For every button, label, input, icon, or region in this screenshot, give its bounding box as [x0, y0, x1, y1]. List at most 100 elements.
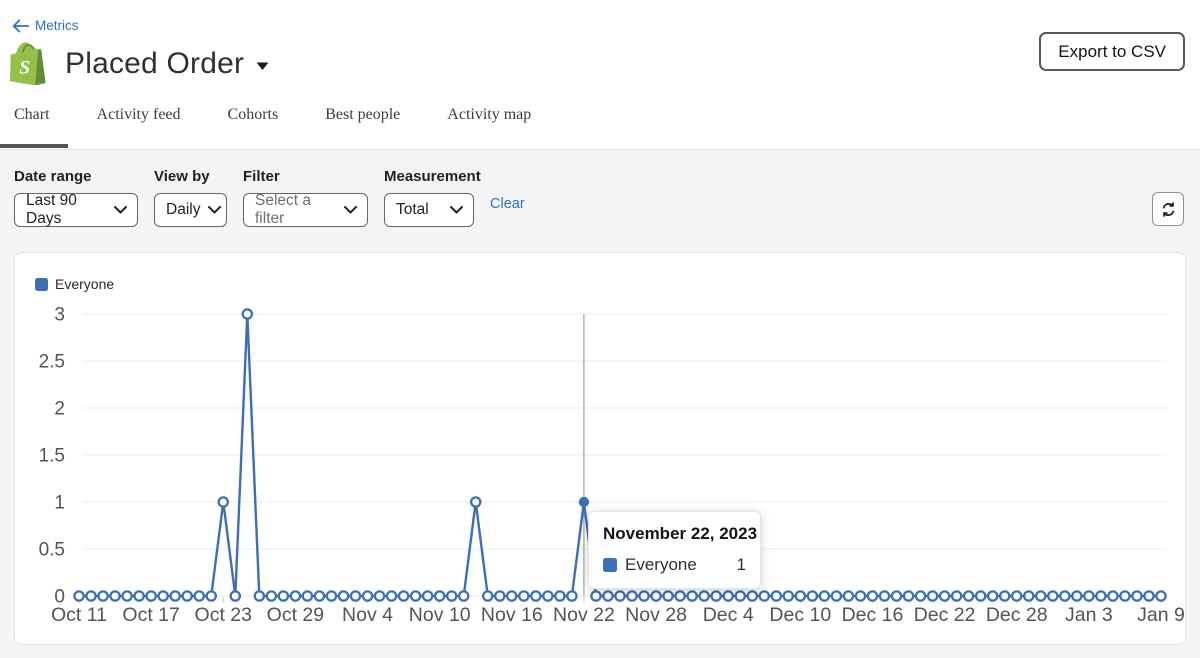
export-csv-button[interactable]: Export to CSV [1039, 32, 1185, 71]
data-point[interactable] [1084, 591, 1093, 600]
highlighted-data-point[interactable] [579, 497, 589, 507]
data-point[interactable] [796, 591, 805, 600]
data-point[interactable] [86, 591, 95, 600]
data-point[interactable] [483, 591, 492, 600]
data-point[interactable] [267, 591, 276, 600]
data-point[interactable] [411, 591, 420, 600]
data-point[interactable] [171, 591, 180, 600]
data-point[interactable] [315, 591, 324, 600]
measurement-select[interactable]: Total [384, 193, 474, 227]
tab-cohorts[interactable]: Cohorts [228, 106, 279, 124]
data-point[interactable] [1048, 591, 1057, 600]
data-point[interactable] [495, 591, 504, 600]
data-point[interactable] [1132, 591, 1141, 600]
data-point[interactable] [1036, 591, 1045, 600]
data-point[interactable] [1144, 591, 1153, 600]
data-point[interactable] [832, 591, 841, 600]
data-point[interactable] [940, 591, 949, 600]
clear-filters-link[interactable]: Clear [490, 196, 525, 212]
data-point[interactable] [808, 591, 817, 600]
tab-best-people[interactable]: Best people [325, 106, 400, 124]
data-point[interactable] [651, 591, 660, 600]
data-point[interactable] [1060, 591, 1069, 600]
data-point[interactable] [303, 591, 312, 600]
data-point[interactable] [183, 591, 192, 600]
data-point[interactable] [339, 591, 348, 600]
data-point[interactable] [663, 591, 672, 600]
data-point[interactable] [1120, 591, 1129, 600]
data-point[interactable] [255, 591, 264, 600]
data-point[interactable] [423, 591, 432, 600]
data-point[interactable] [700, 591, 709, 600]
data-point[interactable] [543, 591, 552, 600]
data-point[interactable] [135, 591, 144, 600]
data-point[interactable] [207, 591, 216, 600]
data-point[interactable] [615, 591, 624, 600]
data-point[interactable] [736, 591, 745, 600]
data-point[interactable] [880, 591, 889, 600]
data-point[interactable] [219, 497, 228, 506]
data-point[interactable] [964, 591, 973, 600]
data-point[interactable] [110, 591, 119, 600]
data-point[interactable] [916, 591, 925, 600]
data-point[interactable] [928, 591, 937, 600]
tab-activity-feed[interactable]: Activity feed [97, 106, 181, 124]
data-point[interactable] [1072, 591, 1081, 600]
data-point[interactable] [1096, 591, 1105, 600]
back-to-metrics-link[interactable]: Metrics [12, 18, 79, 33]
data-point[interactable] [399, 591, 408, 600]
data-point[interactable] [567, 591, 576, 600]
data-point[interactable] [712, 591, 721, 600]
data-point[interactable] [291, 591, 300, 600]
data-point[interactable] [639, 591, 648, 600]
data-point[interactable] [387, 591, 396, 600]
data-point[interactable] [363, 591, 372, 600]
data-point[interactable] [676, 591, 685, 600]
data-point[interactable] [988, 591, 997, 600]
date-range-select[interactable]: Last 90 Days [14, 193, 138, 227]
data-point[interactable] [976, 591, 985, 600]
data-point[interactable] [772, 591, 781, 600]
data-point[interactable] [1024, 591, 1033, 600]
data-point[interactable] [1108, 591, 1117, 600]
data-point[interactable] [327, 591, 336, 600]
data-point[interactable] [1012, 591, 1021, 600]
view-by-select[interactable]: Daily [154, 193, 227, 227]
data-point[interactable] [760, 591, 769, 600]
data-point[interactable] [375, 591, 384, 600]
data-point[interactable] [459, 591, 468, 600]
data-point[interactable] [1000, 591, 1009, 600]
data-point[interactable] [98, 591, 107, 600]
data-point[interactable] [688, 591, 697, 600]
data-point[interactable] [627, 591, 636, 600]
data-point[interactable] [435, 591, 444, 600]
data-point[interactable] [122, 591, 131, 600]
data-point[interactable] [531, 591, 540, 600]
data-point[interactable] [591, 591, 600, 600]
data-point[interactable] [724, 591, 733, 600]
data-point[interactable] [844, 591, 853, 600]
data-point[interactable] [447, 591, 456, 600]
data-point[interactable] [892, 591, 901, 600]
data-point[interactable] [820, 591, 829, 600]
data-point[interactable] [507, 591, 516, 600]
data-point[interactable] [147, 591, 156, 600]
data-point[interactable] [471, 497, 480, 506]
data-point[interactable] [243, 309, 252, 318]
data-point[interactable] [603, 591, 612, 600]
data-point[interactable] [555, 591, 564, 600]
tab-chart[interactable]: Chart [14, 106, 50, 124]
data-point[interactable] [231, 591, 240, 600]
data-point[interactable] [856, 591, 865, 600]
data-point[interactable] [748, 591, 757, 600]
data-point[interactable] [279, 591, 288, 600]
data-point[interactable] [1156, 591, 1165, 600]
filter-select[interactable]: Select a filter [243, 193, 368, 227]
data-point[interactable] [784, 591, 793, 600]
data-point[interactable] [519, 591, 528, 600]
data-point[interactable] [904, 591, 913, 600]
title-dropdown-caret-icon[interactable] [256, 62, 269, 71]
tab-activity-map[interactable]: Activity map [447, 106, 531, 124]
refresh-button[interactable] [1152, 192, 1184, 226]
data-point[interactable] [952, 591, 961, 600]
